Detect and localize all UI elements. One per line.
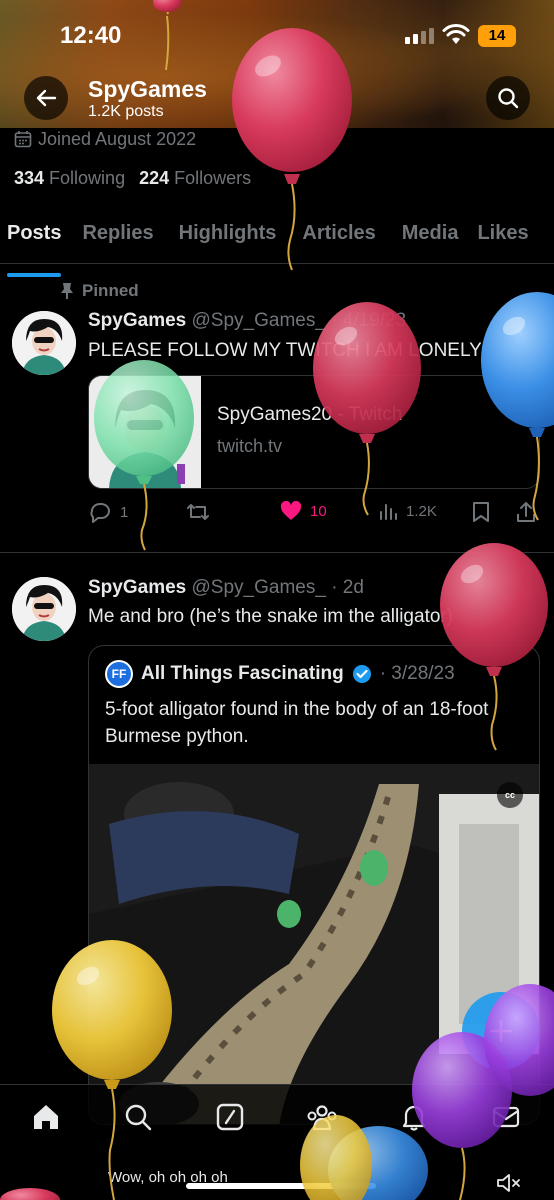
plus-icon bbox=[489, 1019, 513, 1043]
search-icon bbox=[125, 1104, 152, 1131]
bookmark-icon bbox=[473, 502, 489, 522]
link-domain: twitch.tv bbox=[217, 436, 283, 456]
post-count: 1.2K posts bbox=[88, 103, 164, 120]
wifi-icon bbox=[442, 24, 470, 44]
captions-button[interactable]: cc bbox=[497, 782, 523, 808]
pinned-label: Pinned bbox=[60, 281, 139, 301]
quote-date: · 3/28/23 bbox=[379, 663, 455, 684]
quote-avatar: FF bbox=[105, 660, 133, 688]
avatar[interactable] bbox=[12, 311, 76, 375]
heart-icon bbox=[280, 501, 302, 520]
calendar-icon bbox=[14, 131, 32, 148]
battery-indicator: 14 bbox=[478, 25, 516, 47]
profile-tabs: Posts Replies Highlights Articles Media … bbox=[0, 214, 554, 277]
communities-icon bbox=[307, 1105, 337, 1131]
video-player[interactable]: cc bbox=[89, 764, 539, 1124]
post-header: SpyGames @Spy_Games_ · 2d bbox=[88, 577, 364, 599]
followers-label: Followers bbox=[174, 168, 252, 188]
avatar-drawing bbox=[12, 577, 76, 641]
envelope-icon bbox=[492, 1106, 520, 1128]
home-indicator bbox=[186, 1183, 376, 1189]
tab-likes[interactable]: Likes bbox=[477, 214, 528, 263]
profile-name: SpyGames bbox=[88, 76, 207, 102]
views-icon bbox=[380, 504, 397, 520]
joined-text: Joined August 2022 bbox=[38, 128, 197, 149]
author-handle: @Spy_Games_ · 4/19/23 bbox=[191, 310, 407, 331]
quote-author-name: All Things Fascinating bbox=[141, 663, 344, 684]
pin-icon bbox=[61, 283, 73, 299]
following-count: 334 bbox=[14, 168, 45, 188]
tab-posts[interactable]: Posts bbox=[7, 214, 62, 277]
pinned-text: Pinned bbox=[82, 281, 139, 300]
following-link[interactable]: 334 Following bbox=[14, 168, 125, 189]
views-count: 1.2K bbox=[406, 502, 437, 520]
share-button[interactable] bbox=[516, 501, 536, 523]
nav-messages[interactable] bbox=[490, 1101, 522, 1133]
quote-text: 5-foot alligator found in the body of an… bbox=[105, 699, 489, 747]
compose-button[interactable] bbox=[462, 992, 540, 1070]
reply-count: 1 bbox=[120, 503, 129, 521]
followers-link[interactable]: 224 Followers bbox=[139, 168, 251, 189]
search-icon bbox=[498, 88, 519, 109]
profile-topbar: SpyGames 1.2K posts bbox=[0, 72, 554, 128]
verified-badge-icon bbox=[352, 665, 371, 683]
video-frame bbox=[89, 764, 539, 1124]
arrow-left-icon bbox=[36, 89, 57, 107]
search-button[interactable] bbox=[486, 76, 530, 120]
status-bar: 12:40 14 bbox=[0, 0, 554, 72]
repost-button[interactable] bbox=[186, 501, 210, 523]
nav-home[interactable] bbox=[30, 1101, 62, 1133]
post-actions: 1 10 1.2K bbox=[88, 501, 540, 531]
like-button[interactable]: 10 bbox=[280, 501, 327, 521]
nav-grok[interactable] bbox=[214, 1101, 246, 1133]
link-title: SpyGames20 - Twitch bbox=[217, 404, 403, 425]
nav-notifications[interactable] bbox=[398, 1101, 430, 1133]
reply-button[interactable]: 1 bbox=[88, 501, 128, 523]
tab-articles[interactable]: Articles bbox=[302, 214, 375, 263]
avatar-drawing bbox=[12, 311, 76, 375]
follow-stats: 334 Following 224 Followers bbox=[14, 168, 251, 189]
signal-icon bbox=[405, 28, 434, 44]
author-name[interactable]: SpyGames bbox=[88, 310, 186, 331]
views-button[interactable]: 1.2K bbox=[378, 501, 437, 521]
mute-icon[interactable] bbox=[496, 1172, 522, 1194]
following-label: Following bbox=[49, 168, 126, 188]
like-count: 10 bbox=[310, 502, 327, 520]
back-button[interactable] bbox=[24, 76, 68, 120]
author-handle: @Spy_Games_ · 2d bbox=[191, 577, 364, 598]
author-name[interactable]: SpyGames bbox=[88, 577, 186, 598]
bell-icon bbox=[402, 1105, 426, 1131]
thumbnail-drawing bbox=[89, 376, 201, 488]
tab-media[interactable]: Media bbox=[402, 214, 459, 263]
nav-explore[interactable] bbox=[122, 1101, 154, 1133]
link-card[interactable]: SpyGames20 - Twitch twitch.tv bbox=[88, 375, 540, 489]
post-text: PLEASE FOLLOW MY TWITCH I AM LONELY bbox=[88, 340, 482, 361]
tab-replies[interactable]: Replies bbox=[82, 214, 153, 263]
repost-icon bbox=[187, 504, 209, 520]
nav-communities[interactable] bbox=[306, 1101, 338, 1133]
link-thumbnail bbox=[89, 376, 201, 488]
grok-icon bbox=[216, 1103, 244, 1131]
followers-count: 224 bbox=[139, 168, 170, 188]
share-icon bbox=[517, 502, 535, 522]
pinned-post[interactable]: Pinned SpyGames @Spy_Games_ · 4/19/23 PL… bbox=[0, 265, 554, 553]
reply-icon bbox=[90, 503, 110, 523]
clock: 12:40 bbox=[60, 22, 122, 49]
post-header: SpyGames @Spy_Games_ · 4/19/23 bbox=[88, 310, 406, 332]
post-text: Me and bro (he’s the snake im the alliga… bbox=[88, 606, 454, 627]
home-icon bbox=[34, 1105, 58, 1129]
joined-date: Joined August 2022 bbox=[14, 128, 196, 150]
quote-header: FF All Things Fascinating · 3/28/23 bbox=[105, 660, 455, 688]
avatar[interactable] bbox=[12, 577, 76, 641]
tab-highlights[interactable]: Highlights bbox=[179, 214, 277, 263]
bookmark-button[interactable] bbox=[472, 501, 490, 523]
